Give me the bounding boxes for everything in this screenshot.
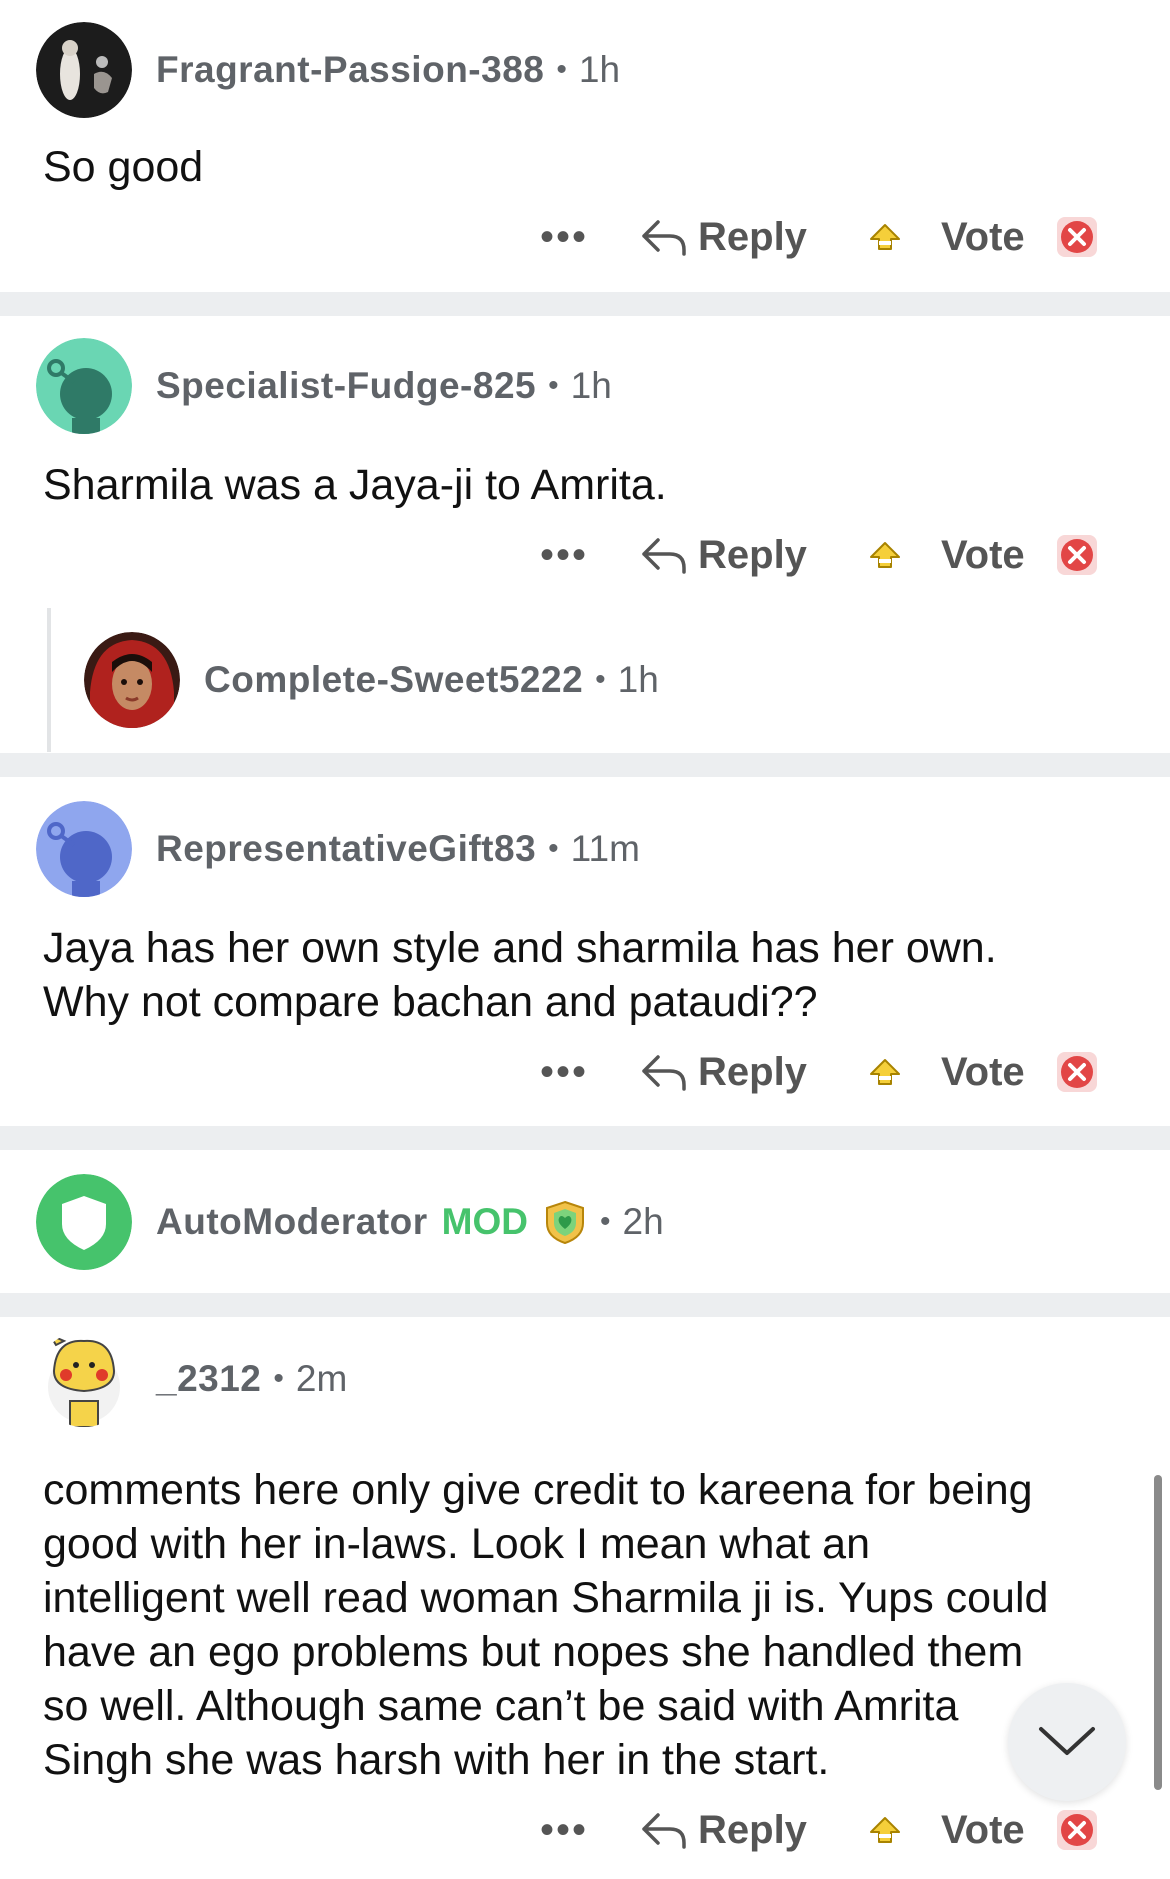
reply-button[interactable]: Reply xyxy=(640,215,807,260)
comment-text: So good xyxy=(43,143,204,191)
vote-label: Vote xyxy=(940,532,1025,577)
comment: _2312 • 2m comments here only give credi… xyxy=(0,1317,1170,1879)
username[interactable]: Specialist-Fudge-825 xyxy=(156,365,536,407)
reply-button[interactable]: Reply xyxy=(640,533,807,578)
timestamp: 1h xyxy=(617,659,659,700)
downvote-icon[interactable] xyxy=(1055,215,1099,259)
timestamp: 11m xyxy=(570,828,640,869)
reply-button[interactable]: Reply xyxy=(640,1808,807,1853)
username[interactable]: _2312 xyxy=(156,1358,261,1400)
divider xyxy=(0,1126,1170,1150)
comment-line: comments here only give credit to kareen… xyxy=(43,1466,1033,1514)
upvote-icon[interactable] xyxy=(867,1812,903,1848)
upvote-icon[interactable] xyxy=(867,219,903,255)
vote-label: Vote xyxy=(940,214,1025,259)
separator: • xyxy=(548,832,559,865)
username[interactable]: RepresentativeGift83 xyxy=(156,828,536,870)
reply-arrow-icon xyxy=(642,538,686,574)
comment-line: intelligent well read woman Sharmila ji … xyxy=(43,1574,1049,1622)
more-dots-icon[interactable]: ••• xyxy=(540,533,600,578)
reply-arrow-icon xyxy=(642,1055,686,1091)
separator: • xyxy=(595,663,606,696)
reply-label: Reply xyxy=(698,1049,807,1094)
divider xyxy=(0,1293,1170,1317)
mod-badge: MOD xyxy=(441,1201,528,1242)
avatar[interactable] xyxy=(84,632,180,728)
comment: Specialist-Fudge-825 • 1h Sharmila was a… xyxy=(0,316,1170,752)
avatar[interactable] xyxy=(36,338,132,434)
more-dots-icon[interactable]: ••• xyxy=(540,215,600,260)
avatar[interactable] xyxy=(36,22,132,118)
avatar[interactable] xyxy=(36,801,132,897)
divider xyxy=(0,292,1170,316)
timestamp: 2h xyxy=(622,1201,664,1242)
timestamp: 1h xyxy=(578,49,621,90)
more-dots-icon[interactable]: ••• xyxy=(540,1808,600,1853)
comment-line: have an ego problems but nopes she handl… xyxy=(43,1628,1024,1676)
downvote-icon[interactable] xyxy=(1055,1808,1099,1852)
scroll-down-button[interactable] xyxy=(1008,1683,1126,1801)
mod-shield-icon xyxy=(545,1200,584,1245)
comment-line: Singh she was harsh with her in the star… xyxy=(43,1736,830,1784)
separator: • xyxy=(273,1362,284,1395)
separator: • xyxy=(599,1205,611,1238)
reply-arrow-icon xyxy=(642,220,686,256)
comment-line: so well. Although same can’t be said wit… xyxy=(43,1682,959,1730)
separator: • xyxy=(556,53,567,86)
reply-label: Reply xyxy=(698,214,807,259)
divider xyxy=(0,753,1170,777)
comment: Fragrant-Passion-388 • 1h So good ••• Re… xyxy=(0,0,1170,290)
comment-line: Jaya has her own style and sharmila has … xyxy=(43,924,997,972)
comment-body: Sharmila was a Jaya-ji to Amrita. xyxy=(43,458,1133,512)
comment-text: Sharmila was a Jaya-ji to Amrita. xyxy=(43,461,667,509)
avatar[interactable] xyxy=(36,1331,132,1427)
separator: • xyxy=(548,369,559,402)
downvote-icon[interactable] xyxy=(1055,533,1099,577)
comment-line: good with her in-laws. Look I mean what … xyxy=(43,1520,871,1568)
comment: AutoModerator MOD • 2h xyxy=(0,1150,1170,1293)
scrollbar[interactable] xyxy=(1154,1475,1162,1790)
comment-body: Jaya has her own style and sharmila has … xyxy=(43,921,1133,1029)
thread-line[interactable] xyxy=(47,608,51,752)
vote-label: Vote xyxy=(940,1807,1025,1852)
comment-body: So good xyxy=(43,140,1133,194)
username[interactable]: AutoModerator xyxy=(156,1201,428,1243)
nested-reply-header: Complete-Sweet5222 • 1h xyxy=(84,632,659,728)
reply-label: Reply xyxy=(698,1807,807,1852)
timestamp: 2m xyxy=(295,1358,348,1399)
timestamp: 1h xyxy=(570,365,612,406)
more-dots-icon[interactable]: ••• xyxy=(540,1050,600,1095)
avatar[interactable] xyxy=(36,1174,132,1270)
reply-label: Reply xyxy=(698,532,807,577)
username[interactable]: Complete-Sweet5222 xyxy=(204,659,583,701)
vote-label: Vote xyxy=(940,1049,1025,1094)
chevron-down-icon xyxy=(1039,1727,1095,1755)
comment: RepresentativeGift83 • 11m Jaya has her … xyxy=(0,777,1170,1126)
username[interactable]: Fragrant-Passion-388 xyxy=(156,49,544,91)
reply-arrow-icon xyxy=(642,1813,686,1849)
comment-line: Why not compare bachan and pataudi?? xyxy=(43,978,818,1026)
comment-body: comments here only give credit to kareen… xyxy=(43,1463,1133,1787)
upvote-icon[interactable] xyxy=(867,1054,903,1090)
downvote-icon[interactable] xyxy=(1055,1050,1099,1094)
reply-button[interactable]: Reply xyxy=(640,1050,807,1095)
upvote-icon[interactable] xyxy=(867,537,903,573)
